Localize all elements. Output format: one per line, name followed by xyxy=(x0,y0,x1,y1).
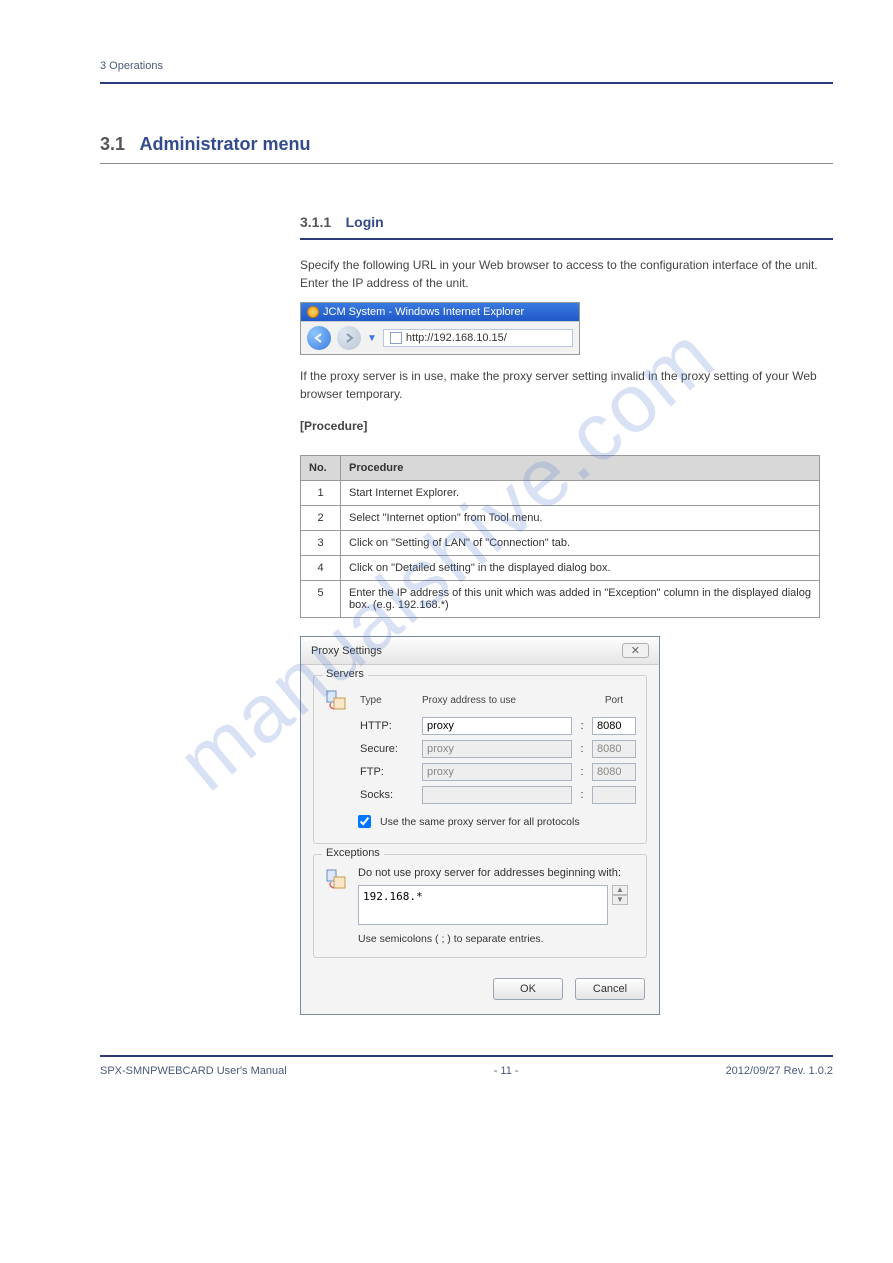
secure-port-input xyxy=(592,740,636,758)
ftp-proxy-input xyxy=(422,763,572,781)
procedure-table: No. Procedure 1 Start Internet Explorer.… xyxy=(300,455,820,618)
table-row: 5 Enter the IP address of this unit whic… xyxy=(301,581,820,618)
table-row: 2 Select "Internet option" from Tool men… xyxy=(301,506,820,531)
exception-icon xyxy=(324,867,348,891)
exceptions-group: Exceptions Do not use proxy server for a… xyxy=(313,854,647,958)
footer-left: SPX-SMNPWEBCARD User's Manual xyxy=(100,1065,287,1077)
footer-right: 2012/09/27 Rev. 1.0.2 xyxy=(726,1065,833,1077)
subsection-title: Login xyxy=(346,214,384,230)
exception-hint: Use semicolons ( ; ) to separate entries… xyxy=(358,933,636,945)
http-port-input[interactable] xyxy=(592,717,636,735)
colon: : xyxy=(578,743,586,755)
same-proxy-checkbox[interactable] xyxy=(358,815,371,828)
colon: : xyxy=(578,766,586,778)
exceptions-label: Exceptions xyxy=(322,847,384,859)
browser-screenshot: JCM System - Windows Internet Explorer ▼… xyxy=(300,302,580,355)
section-number: 3.1 xyxy=(100,134,125,154)
exception-text: Do not use proxy server for addresses be… xyxy=(358,867,636,879)
socks-port-input xyxy=(592,786,636,804)
row-proc: Select "Internet option" from Tool menu. xyxy=(341,506,820,531)
row-no: 1 xyxy=(301,481,341,506)
ftp-port-input xyxy=(592,763,636,781)
secure-label: Secure: xyxy=(360,743,416,755)
colon: : xyxy=(578,720,586,732)
subsection-number: 3.1.1 xyxy=(300,214,331,230)
server-icon xyxy=(324,688,348,712)
forward-icon[interactable] xyxy=(337,326,361,350)
row-proc: Click on "Setting of LAN" of "Connection… xyxy=(341,531,820,556)
row-no: 5 xyxy=(301,581,341,618)
table-row: 1 Start Internet Explorer. xyxy=(301,481,820,506)
dialog-titlebar: Proxy Settings ✕ xyxy=(301,637,659,665)
back-icon[interactable] xyxy=(307,326,331,350)
procedure-label: [Procedure] xyxy=(300,417,833,435)
table-row: 4 Click on "Detailed setting" in the dis… xyxy=(301,556,820,581)
row-proc: Start Internet Explorer. xyxy=(341,481,820,506)
ftp-label: FTP: xyxy=(360,766,416,778)
servers-group: Servers Type Proxy address to use Port H… xyxy=(313,675,647,844)
page-header: 3 Operations xyxy=(100,60,833,84)
socks-proxy-input xyxy=(422,786,572,804)
address-url: http://192.168.10.15/ xyxy=(406,332,507,344)
http-proxy-input[interactable] xyxy=(422,717,572,735)
page-footer: SPX-SMNPWEBCARD User's Manual - 11 - 201… xyxy=(100,1055,833,1077)
same-proxy-label: Use the same proxy server for all protoc… xyxy=(380,816,580,828)
chevron-down-icon[interactable]: ▼ xyxy=(612,895,628,905)
row-no: 2 xyxy=(301,506,341,531)
subsection-heading: 3.1.1 Login xyxy=(300,214,833,240)
row-no: 3 xyxy=(301,531,341,556)
row-no: 4 xyxy=(301,556,341,581)
section-title: Administrator menu xyxy=(139,134,310,154)
row-proc: Click on "Detailed setting" in the displ… xyxy=(341,556,820,581)
dialog-buttons: OK Cancel xyxy=(301,968,659,1014)
ok-button[interactable]: OK xyxy=(493,978,563,1000)
type-header: Type xyxy=(360,695,416,706)
proxy-settings-dialog: Proxy Settings ✕ Servers Type Proxy addr… xyxy=(300,636,660,1015)
address-bar[interactable]: http://192.168.10.15/ xyxy=(383,329,573,347)
row-proc: Enter the IP address of this unit which … xyxy=(341,581,820,618)
exception-input[interactable] xyxy=(358,885,608,925)
port-header: Port xyxy=(592,695,636,706)
col-procedure: Procedure xyxy=(341,456,820,481)
table-header-row: No. Procedure xyxy=(301,456,820,481)
intro-paragraph-2: If the proxy server is in use, make the … xyxy=(300,367,833,403)
table-row: 3 Click on "Setting of LAN" of "Connecti… xyxy=(301,531,820,556)
close-icon[interactable]: ✕ xyxy=(622,643,649,658)
colon: : xyxy=(578,789,586,801)
page-icon xyxy=(390,332,402,344)
section-heading: 3.1 Administrator menu xyxy=(100,134,833,164)
intro-paragraph-1: Specify the following URL in your Web br… xyxy=(300,256,833,292)
browser-title-text: JCM System - Windows Internet Explorer xyxy=(323,306,524,318)
footer-page: - 11 - xyxy=(494,1065,519,1077)
servers-label: Servers xyxy=(322,668,368,680)
socks-label: Socks: xyxy=(360,789,416,801)
http-label: HTTP: xyxy=(360,720,416,732)
browser-nav: ▼ http://192.168.10.15/ xyxy=(301,321,579,354)
col-no: No. xyxy=(301,456,341,481)
ie-logo-icon xyxy=(307,306,319,318)
secure-proxy-input xyxy=(422,740,572,758)
cancel-button[interactable]: Cancel xyxy=(575,978,645,1000)
dropdown-icon[interactable]: ▼ xyxy=(367,333,377,344)
scroll-stepper[interactable]: ▲▼ xyxy=(612,885,628,905)
browser-titlebar: JCM System - Windows Internet Explorer xyxy=(301,303,579,321)
dialog-title: Proxy Settings xyxy=(311,645,382,657)
addr-header: Proxy address to use xyxy=(422,695,572,706)
chevron-up-icon[interactable]: ▲ xyxy=(612,885,628,895)
